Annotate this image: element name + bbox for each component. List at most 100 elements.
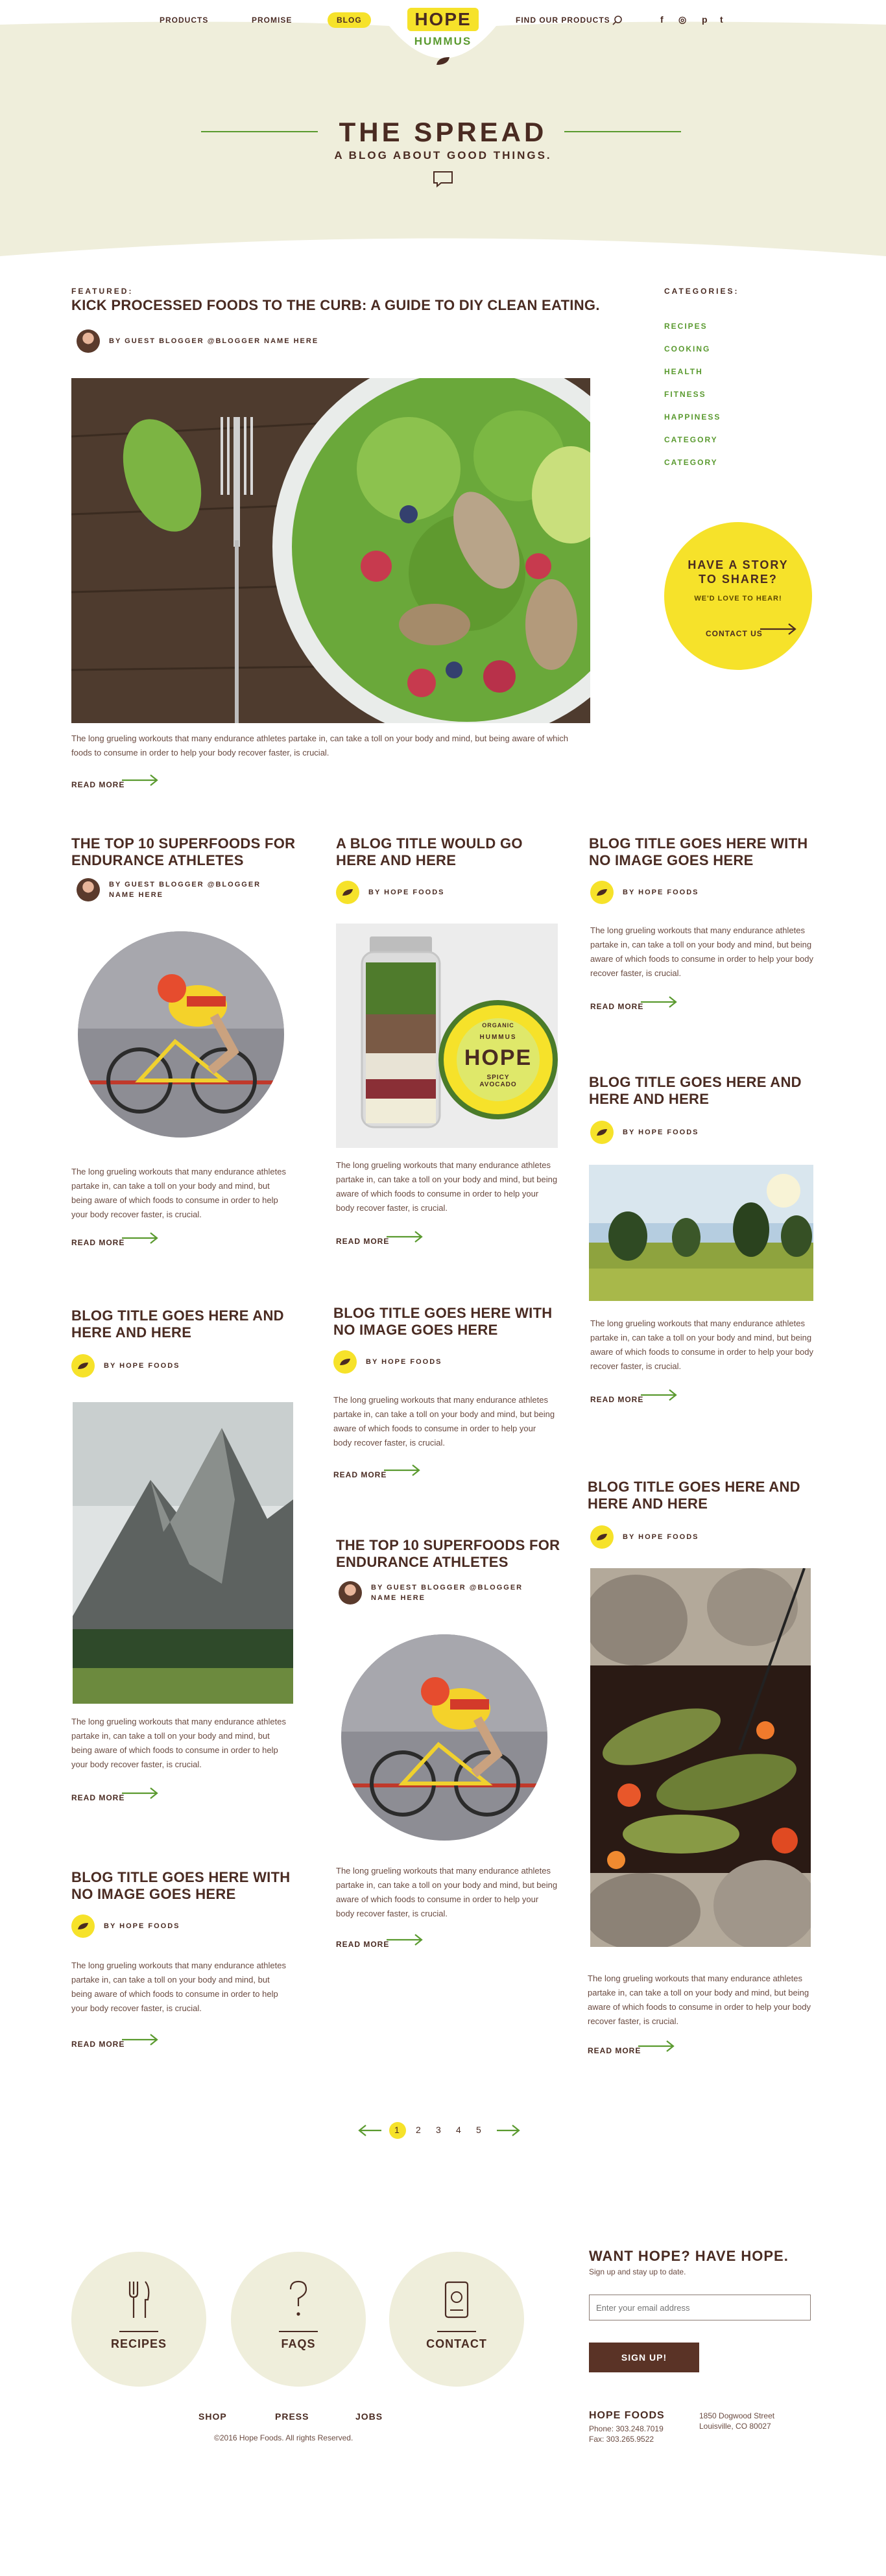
post-title[interactable]: THE TOP 10 SUPERFOODS FOR ENDURANCE ATHL…: [336, 1537, 560, 1571]
nav-products-link[interactable]: PRODUCTS: [160, 16, 208, 25]
page-link-2[interactable]: 2: [416, 2125, 421, 2135]
page-link-1[interactable]: 1: [394, 2125, 400, 2135]
jar-label-organic: ORGANIC: [482, 1022, 514, 1029]
cyclist-image[interactable]: [341, 1634, 547, 1841]
recipes-tile[interactable]: RECIPES: [71, 2252, 206, 2387]
footer-shop-link[interactable]: SHOP: [198, 2411, 227, 2422]
post-read-more[interactable]: READ MORE: [333, 1463, 422, 1479]
leaf-icon: [597, 1129, 607, 1136]
pagination: 1 2 3 4 5: [0, 2121, 886, 2140]
instagram-icon[interactable]: ◎: [678, 14, 686, 25]
twitter-icon[interactable]: t: [720, 14, 723, 25]
arrow-right-icon: [122, 1232, 159, 1244]
category-link[interactable]: FITNESS: [664, 390, 721, 399]
page-link-5[interactable]: 5: [476, 2125, 481, 2135]
hope-hummus-logo[interactable]: HOPE HUMMUS: [392, 0, 494, 77]
post-title-line: BLOG TITLE GOES HERE WITH: [333, 1305, 553, 1321]
post-title[interactable]: THE TOP 10 SUPERFOODS FOR ENDURANCE ATHL…: [71, 835, 295, 869]
post-title[interactable]: BLOG TITLE GOES HERE AND HERE AND HERE: [71, 1307, 284, 1341]
contact-tile[interactable]: CONTACT: [389, 2252, 524, 2387]
hero-section: PRODUCTS PROMISE BLOG FIND OUR PRODUCTS …: [0, 0, 886, 266]
arrow-right-icon: [122, 774, 159, 786]
post-title[interactable]: BLOG TITLE GOES HERE WITH NO IMAGE GOES …: [333, 1305, 553, 1339]
contact-us-link[interactable]: CONTACT US: [706, 622, 798, 638]
footer-jobs-link[interactable]: JOBS: [355, 2411, 383, 2422]
nav-find-products-link[interactable]: FIND OUR PRODUCTS: [516, 16, 610, 25]
contact-us-label: CONTACT US: [706, 629, 763, 638]
author-name: BY HOPE FOODS: [623, 888, 699, 896]
next-page-arrow-icon[interactable]: [496, 2123, 521, 2138]
post-read-more[interactable]: READ MORE: [71, 1231, 160, 1247]
jar-label-hummus: HUMMUS: [479, 1034, 517, 1041]
post-read-more[interactable]: READ MORE: [336, 1230, 424, 1246]
post-title[interactable]: A BLOG TITLE WOULD GO HERE AND HERE: [336, 835, 523, 869]
pinterest-icon[interactable]: p: [702, 14, 708, 25]
avatar: [333, 1350, 357, 1374]
cyclist-image[interactable]: [78, 931, 284, 1138]
category-link[interactable]: RECIPES: [664, 322, 721, 331]
signup-button[interactable]: SIGN UP!: [589, 2343, 699, 2372]
category-link[interactable]: HEALTH: [664, 367, 721, 376]
post-read-more[interactable]: READ MORE: [71, 2033, 160, 2049]
leaf-icon: [78, 1923, 88, 1929]
read-more-label: READ MORE: [336, 1237, 390, 1246]
campfire-image[interactable]: [590, 1568, 811, 1947]
featured-eyebrow: FEATURED:: [71, 287, 134, 296]
featured-read-more[interactable]: READ MORE: [71, 773, 160, 789]
page-link-4[interactable]: 4: [456, 2125, 461, 2135]
category-link[interactable]: COOKING: [664, 344, 721, 353]
post-read-more[interactable]: READ MORE: [590, 995, 678, 1011]
chat-bubble-icon: [433, 171, 453, 188]
jar-flavor-line: SPICY: [486, 1074, 510, 1081]
meadow-image[interactable]: [589, 1165, 813, 1301]
avatar: [339, 1581, 362, 1604]
post-author: BY HOPE FOODS: [590, 1121, 699, 1144]
read-more-label: READ MORE: [333, 1470, 387, 1479]
category-link[interactable]: CATEGORY: [664, 458, 721, 467]
email-input[interactable]: [589, 2295, 811, 2320]
featured-image-salad[interactable]: [71, 378, 590, 723]
post-title[interactable]: BLOG TITLE GOES HERE AND HERE AND HERE: [588, 1479, 800, 1512]
tile-divider: [437, 2331, 476, 2332]
post-read-more[interactable]: READ MORE: [71, 1786, 160, 1802]
faqs-tile[interactable]: FAQS: [231, 2252, 366, 2387]
post-excerpt: The long grueling workouts that many end…: [333, 1395, 555, 1448]
category-link[interactable]: CATEGORY: [664, 435, 721, 444]
copyright: ©2016 Hope Foods. All rights Reserved.: [214, 2433, 353, 2442]
contact-label: CONTACT: [426, 2337, 487, 2350]
hummus-jar-image[interactable]: ORGANIC HUMMUS HOPE SPICY AVOCADO: [336, 924, 558, 1148]
post-read-more[interactable]: READ MORE: [590, 1388, 678, 1404]
author-name: BY HOPE FOODS: [623, 1128, 699, 1136]
post-read-more[interactable]: READ MORE: [588, 2039, 676, 2055]
logo-word-hummus: HUMMUS: [414, 35, 472, 47]
post-title[interactable]: BLOG TITLE GOES HERE AND HERE AND HERE: [589, 1074, 802, 1108]
post-title[interactable]: BLOG TITLE GOES HERE WITH NO IMAGE GOES …: [589, 835, 808, 869]
faqs-label: FAQS: [281, 2337, 316, 2350]
featured-title[interactable]: KICK PROCESSED FOODS TO THE CURB: A GUID…: [71, 297, 600, 314]
post-read-more[interactable]: READ MORE: [336, 1933, 424, 1949]
post-title-line: ENDURANCE ATHLETES: [336, 1554, 509, 1570]
search-icon[interactable]: [612, 16, 623, 29]
prev-page-arrow-icon[interactable]: [357, 2123, 383, 2138]
campfire-photo: [590, 1568, 811, 1947]
share-story-callout: HAVE A STORY TO SHARE? WE'D LOVE TO HEAR…: [664, 522, 812, 670]
author-name: BY HOPE FOODS: [623, 1533, 699, 1541]
author-name: BY GUEST BLOGGER @BLOGGER NAME HERE: [109, 337, 319, 345]
category-link[interactable]: HAPPINESS: [664, 412, 721, 422]
post-author: BY HOPE FOODS: [71, 1914, 180, 1938]
post-title[interactable]: BLOG TITLE GOES HERE WITH NO IMAGE GOES …: [71, 1869, 291, 1903]
footer-address-line1: 1850 Dogwood Street: [699, 2411, 775, 2420]
page-link-3[interactable]: 3: [436, 2125, 441, 2135]
mountain-image[interactable]: [73, 1402, 293, 1704]
arrow-right-icon: [387, 1934, 424, 1946]
categories-heading: CATEGORIES:: [664, 287, 739, 296]
footer-press-link[interactable]: PRESS: [275, 2411, 309, 2422]
nav-promise-link[interactable]: PROMISE: [252, 16, 292, 25]
facebook-icon[interactable]: f: [660, 14, 664, 25]
post-title-line: BLOG TITLE GOES HERE AND: [71, 1307, 284, 1324]
nav-blog-link[interactable]: BLOG: [328, 12, 371, 28]
post-author: BY HOPE FOODS: [590, 1525, 699, 1549]
post-title-line: THE TOP 10 SUPERFOODS FOR: [71, 835, 296, 852]
post-title-line: A BLOG TITLE WOULD GO: [336, 835, 523, 852]
author-name-line: BY GUEST BLOGGER @BLOGGER: [109, 881, 261, 888]
